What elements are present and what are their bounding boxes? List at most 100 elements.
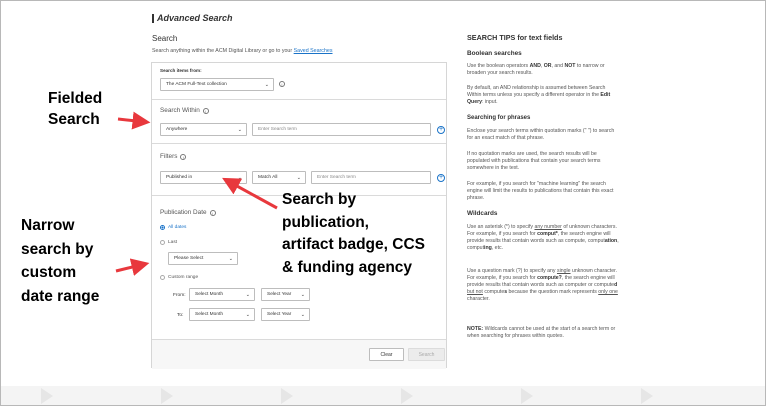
wildcards-heading: Wildcards (467, 210, 498, 217)
tip-text-underline: single (556, 268, 571, 274)
search-within-title: Search Within i (160, 107, 209, 114)
search-within-term-input[interactable]: Enter Search term (252, 123, 431, 136)
radio-all-dates-label: All dates (168, 225, 187, 230)
chevron-down-icon: ⌄ (300, 312, 305, 318)
wildcards-note: NOTE: Wildcards cannot be used at the st… (467, 326, 619, 340)
decor-arrow-icon (41, 388, 53, 404)
tip-text-bold: ation (604, 238, 618, 245)
callout-date-range: Narrow search by custom date range (21, 214, 99, 308)
from-month-select[interactable]: Select Month ⌄ (189, 288, 255, 301)
to-year-select[interactable]: Select Year ⌄ (261, 308, 310, 321)
publication-date-title-text: Publication Date (160, 209, 207, 216)
callout-line: Narrow (21, 217, 75, 234)
callout-fielded-search: Fielded Search (48, 88, 102, 130)
from-year-value: Select Year (267, 292, 292, 297)
tip-text-bold: d (614, 282, 618, 289)
wildcards-paragraph-1: Use an asterisk (*) to specify any numbe… (467, 224, 619, 252)
tip-text-bold: ing (484, 245, 492, 252)
boolean-paragraph-1: Use the boolean operators AND, OR, and N… (467, 63, 619, 77)
collection-select-value: The ACM Full-Text collection (166, 82, 227, 87)
tip-text: character. (467, 296, 490, 303)
callout-line: search by (21, 240, 94, 258)
decor-arrow-icon (161, 388, 173, 404)
chevron-down-icon: ⌄ (296, 175, 301, 181)
page-title-text: Advanced Search (157, 13, 233, 23)
wildcards-paragraph-2: Use a question mark (?) to specify any s… (467, 268, 619, 303)
chevron-down-icon: ⌄ (300, 292, 305, 298)
tip-text-bold: NOTE: (467, 326, 484, 332)
tip-text-underline: only one (598, 289, 618, 296)
saved-searches-link[interactable]: Saved Searches (294, 48, 333, 54)
from-label: From: (173, 293, 186, 298)
phrases-paragraph-3: For example, if you search for "machine … (467, 181, 614, 202)
radio-last[interactable]: Last (160, 240, 177, 245)
clear-button[interactable]: Clear (369, 348, 404, 361)
filter-field-select[interactable]: Published in ⌄ (160, 171, 247, 184)
search-within-term-placeholder: Enter Search term (258, 127, 297, 132)
filter-match-select[interactable]: Match All ⌄ (252, 171, 306, 184)
add-search-within-plus-icon[interactable]: + (437, 126, 445, 134)
search-subtitle-text: Search anything within the ACM Digital L… (152, 48, 294, 54)
info-icon[interactable]: i (202, 107, 209, 114)
title-bar-icon (152, 13, 154, 23)
bottom-band (1, 386, 765, 405)
info-icon[interactable]: i (180, 153, 187, 160)
add-filter-plus-icon[interactable]: + (437, 174, 445, 182)
radio-custom-range[interactable]: Custom range (160, 275, 198, 280)
search-items-from-label: Search items from: (160, 68, 202, 73)
radio-custom-range-label: Custom range (168, 275, 199, 280)
chevron-down-icon: ⌄ (264, 82, 269, 88)
search-within-field-value: Anywhere (166, 127, 188, 132)
section-divider (152, 143, 446, 144)
last-period-select[interactable]: Please Select ⌄ (168, 252, 238, 265)
search-button[interactable]: Search (408, 348, 445, 361)
section-divider (152, 99, 446, 100)
tip-text: By default, an AND relationship is assum… (467, 85, 606, 99)
chevron-down-icon: ⌄ (228, 256, 233, 262)
to-month-value: Select Month (195, 312, 223, 317)
to-label: To: (177, 313, 184, 318)
decor-arrow-icon (641, 388, 653, 404)
tip-text-bold: comput* (537, 231, 558, 238)
filter-match-value: Match All (258, 175, 278, 180)
button-bar: Clear Search (152, 339, 446, 369)
info-icon[interactable]: i (209, 209, 216, 216)
to-month-select[interactable]: Select Month ⌄ (189, 308, 255, 321)
search-within-field-select[interactable]: Anywhere ⌄ (160, 123, 247, 136)
info-icon[interactable]: i (279, 81, 285, 87)
filters-title-text: Filters (160, 153, 178, 160)
to-year-value: Select Year (267, 312, 292, 317)
tip-text-bold: NOT (564, 63, 576, 69)
filter-term-placeholder: Enter Search term (317, 175, 356, 180)
callout-line: publication, (282, 213, 369, 231)
chevron-down-icon: ⌄ (237, 175, 242, 181)
tip-text: , etc. (491, 245, 504, 252)
tip-text-underline: any number (534, 224, 562, 230)
from-month-value: Select Month (195, 292, 223, 297)
from-year-select[interactable]: Select Year ⌄ (261, 288, 310, 301)
chevron-down-icon: ⌄ (237, 127, 242, 133)
callout-line: Fielded (48, 90, 103, 107)
search-subtitle: Search anything within the ACM Digital L… (152, 48, 333, 54)
tip-text-underline: but not (467, 289, 483, 296)
radio-all-dates[interactable]: All dates (160, 225, 186, 230)
tip-text: Wildcards cannot be used at the start of… (467, 326, 616, 340)
search-tips-title: SEARCH TIPS for text fields (467, 33, 563, 42)
radio-checked-icon (160, 225, 165, 230)
radio-unchecked-icon (160, 275, 165, 280)
tip-text: compute (482, 289, 505, 296)
phrases-paragraph-2: If no quotation marks are used, the sear… (467, 151, 601, 172)
boolean-heading: Boolean searches (467, 50, 522, 57)
phrases-paragraph-1: Enclose your search terms within quotati… (467, 128, 615, 142)
collection-select[interactable]: The ACM Full-Text collection ⌄ (160, 78, 274, 91)
chevron-down-icon: ⌄ (245, 312, 250, 318)
tip-text-bold: compute? (537, 275, 562, 282)
last-period-value: Please Select (174, 256, 204, 261)
filter-term-input[interactable]: Enter Search term (311, 171, 431, 184)
callout-line: Search (48, 111, 100, 128)
filters-title: Filters i (160, 153, 187, 160)
tip-text-bold: AND (529, 63, 541, 69)
phrases-heading: Searching for phrases (467, 115, 531, 121)
callout-line: custom (21, 264, 77, 281)
radio-unchecked-icon (160, 240, 165, 245)
